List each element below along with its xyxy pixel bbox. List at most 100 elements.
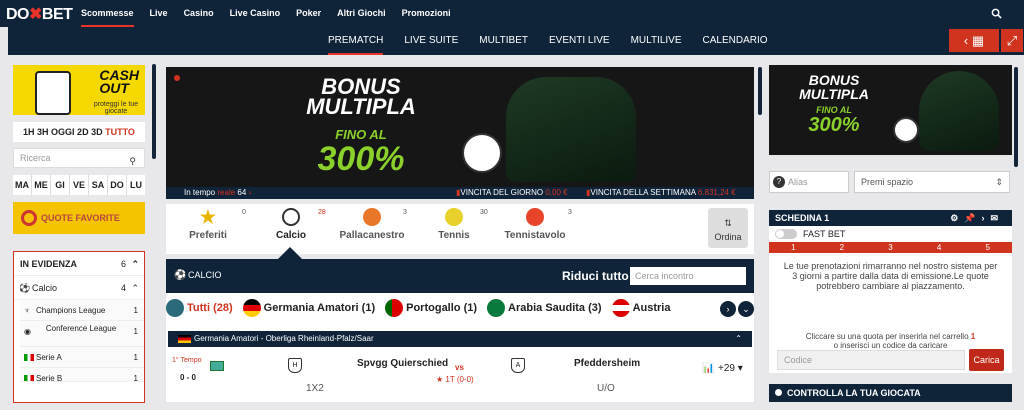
- soccer-ball-icon: ⚽: [19, 283, 31, 293]
- logo[interactable]: DO✖BET: [6, 4, 81, 24]
- day-ma[interactable]: MA: [13, 175, 32, 195]
- match-score: 0 - 0: [180, 373, 197, 382]
- star-icon: ★: [199, 207, 217, 227]
- tab-multibet[interactable]: MULTIBET: [479, 27, 528, 55]
- country-austria[interactable]: Austria: [611, 299, 670, 317]
- layout-toggle-button[interactable]: ‹ ▦: [949, 29, 999, 52]
- league-item[interactable]: ◉ Conference League 1: [20, 321, 144, 347]
- stats-icon[interactable]: [210, 361, 224, 371]
- cashout-promo[interactable]: CASH OUT proteggi le tue giocate: [13, 65, 145, 115]
- left-scrollbar[interactable]: [152, 64, 156, 159]
- league-item[interactable]: Serie B1: [20, 368, 144, 382]
- premi-select[interactable]: Premi spazio ⇕: [854, 171, 1010, 193]
- sidebar-search-input[interactable]: Ricerca ⚲: [13, 148, 145, 168]
- in-evidenza-panel: IN EVIDENZA 6 ⌃ ⚽ Calcio 4 ⌃ ♆ Champions Leagu…: [13, 251, 145, 403]
- home-shirt-icon: H: [288, 358, 302, 373]
- bonus-banner[interactable]: BONUS MULTIPLA FINO AL 300%: [166, 67, 754, 187]
- league-header[interactable]: Germania Amatori - Oberliga Rheinland-Pf…: [168, 331, 752, 347]
- day-me[interactable]: ME: [32, 175, 51, 195]
- tab-tennistavolo[interactable]: Tennistavolo 3: [500, 204, 572, 241]
- banner-line-2: MULTIPLA: [306, 94, 416, 119]
- main-scrollbar[interactable]: [758, 67, 762, 115]
- live-count[interactable]: In tempo reale 64 ›: [184, 187, 251, 199]
- country-germania[interactable]: Germania Amatori (1): [242, 299, 375, 317]
- slip-tab-1[interactable]: 1: [769, 242, 818, 253]
- nav-live[interactable]: Live: [150, 0, 168, 27]
- match-search-input[interactable]: Cerca incontro: [630, 267, 746, 285]
- tab-pallacanestro[interactable]: Pallacanestro 3: [335, 204, 409, 241]
- day-do[interactable]: DO: [108, 175, 127, 195]
- league-item[interactable]: ♆ Champions League 1: [20, 300, 144, 321]
- tab-tennis[interactable]: Tennis 30: [434, 204, 488, 241]
- market-1x2: 1X2: [306, 383, 324, 394]
- match-time: 1° Tempo: [172, 357, 202, 364]
- active-tab-pointer: [278, 247, 302, 259]
- country-arabia[interactable]: Arabia Saudita (3): [487, 299, 602, 317]
- codice-input[interactable]: Codice: [777, 350, 965, 370]
- more-markets-button[interactable]: +29 ▾: [718, 363, 743, 374]
- germany-flag-icon: [242, 299, 261, 317]
- time-filter[interactable]: 1H 3H OGGI 2D 3D TUTTO: [13, 122, 145, 142]
- search-icon[interactable]: [991, 8, 1002, 19]
- day-sa[interactable]: SA: [89, 175, 108, 195]
- alias-input[interactable]: ? Alias: [769, 171, 849, 193]
- banner-line-4: 300%: [317, 140, 405, 178]
- tab-preferiti[interactable]: ★ Preferiti 0: [186, 204, 246, 241]
- tab-multilive[interactable]: MULTILIVE: [631, 27, 682, 55]
- tab-live-suite[interactable]: LIVE SUITE: [404, 27, 458, 55]
- quote-favorite-button[interactable]: QUOTE FAVORITE: [13, 202, 145, 234]
- nav-casino[interactable]: Casino: [184, 0, 214, 27]
- chevron-up-icon: ⌃: [131, 259, 139, 269]
- nav-live-casino[interactable]: Live Casino: [230, 0, 281, 27]
- italy-flag-icon: [24, 375, 34, 381]
- portugal-flag-icon: [385, 299, 404, 317]
- slip-tab-4[interactable]: 4: [915, 242, 964, 253]
- slip-header: SCHEDINA 1 ⚙📌›✉: [769, 210, 1012, 226]
- slip-tabs: 1 2 3 4 5: [769, 242, 1012, 253]
- nav-scommesse[interactable]: Scommesse: [81, 0, 134, 27]
- expand-icon[interactable]: ⤢: [1001, 29, 1023, 52]
- country-portogallo[interactable]: Portogallo (1): [385, 299, 477, 317]
- controlla-giocata-button[interactable]: CONTROLLA LA TUA GIOCATA: [769, 384, 1012, 402]
- market-uo: U/O: [597, 383, 615, 394]
- tab-calendario[interactable]: CALENDARIO: [703, 27, 768, 55]
- table-tennis-icon: [526, 208, 544, 226]
- chevron-up-icon: ⌃: [131, 283, 139, 293]
- soccer-ball-icon: [282, 208, 300, 226]
- fast-bet-toggle[interactable]: FAST BET: [769, 226, 1012, 242]
- league-item[interactable]: Serie A1: [20, 347, 144, 368]
- vincita-giorno: ▮VINCITA DEL GIORNO 0,00 €: [456, 188, 568, 197]
- events-panel: ⚽ CALCIO Riduci tutto Cerca incontro Tut…: [166, 259, 754, 402]
- germany-flag-icon: [178, 335, 191, 343]
- right-bonus-banner[interactable]: BONUS MULTIPLA FINO AL 300%: [769, 65, 1012, 155]
- tab-calcio[interactable]: Calcio 28: [272, 204, 326, 241]
- country-tutti[interactable]: Tutti (28): [166, 299, 233, 317]
- ordina-button[interactable]: ⇅ Ordina: [708, 208, 748, 248]
- in-evidenza-header[interactable]: IN EVIDENZA 6 ⌃: [14, 252, 144, 276]
- top-bar: DO✖BET Scommesse Live Casino Live Casino…: [0, 0, 1024, 27]
- trophy-icon: ♆: [24, 306, 30, 315]
- day-filter: MA ME GI VE SA DO LU: [13, 175, 145, 195]
- chevron-right-icon[interactable]: ›: [720, 301, 736, 317]
- nav-promozioni[interactable]: Promozioni: [402, 0, 451, 27]
- slip-tab-5[interactable]: 5: [963, 242, 1012, 253]
- right-scrollbar[interactable]: [1014, 67, 1018, 167]
- chart-icon[interactable]: 📊: [702, 363, 714, 374]
- day-ve[interactable]: VE: [70, 175, 89, 195]
- day-lu[interactable]: LU: [127, 175, 145, 195]
- live-bar: In tempo reale 64 › ▮VINCITA DEL GIORNO …: [166, 187, 754, 199]
- carica-button[interactable]: Carica: [969, 349, 1004, 371]
- slip-tab-3[interactable]: 3: [866, 242, 915, 253]
- day-gi[interactable]: GI: [51, 175, 70, 195]
- trophy-icon: ◉: [24, 327, 31, 336]
- chevron-down-icon[interactable]: ⌄: [738, 301, 754, 317]
- riduci-tutto-button[interactable]: Riduci tutto: [562, 269, 629, 283]
- nav-poker[interactable]: Poker: [296, 0, 321, 27]
- slip-tab-2[interactable]: 2: [818, 242, 867, 253]
- help-icon: ?: [773, 176, 785, 188]
- tab-prematch[interactable]: PREMATCH: [328, 27, 384, 55]
- match-row[interactable]: 1° Tempo 0 - 0 H Spvgg Quierschied vs ★ …: [166, 351, 754, 402]
- sidebar-item-calcio[interactable]: ⚽ Calcio 4 ⌃: [14, 276, 144, 300]
- tab-eventi-live[interactable]: EVENTI LIVE: [549, 27, 610, 55]
- nav-altri-giochi[interactable]: Altri Giochi: [337, 0, 386, 27]
